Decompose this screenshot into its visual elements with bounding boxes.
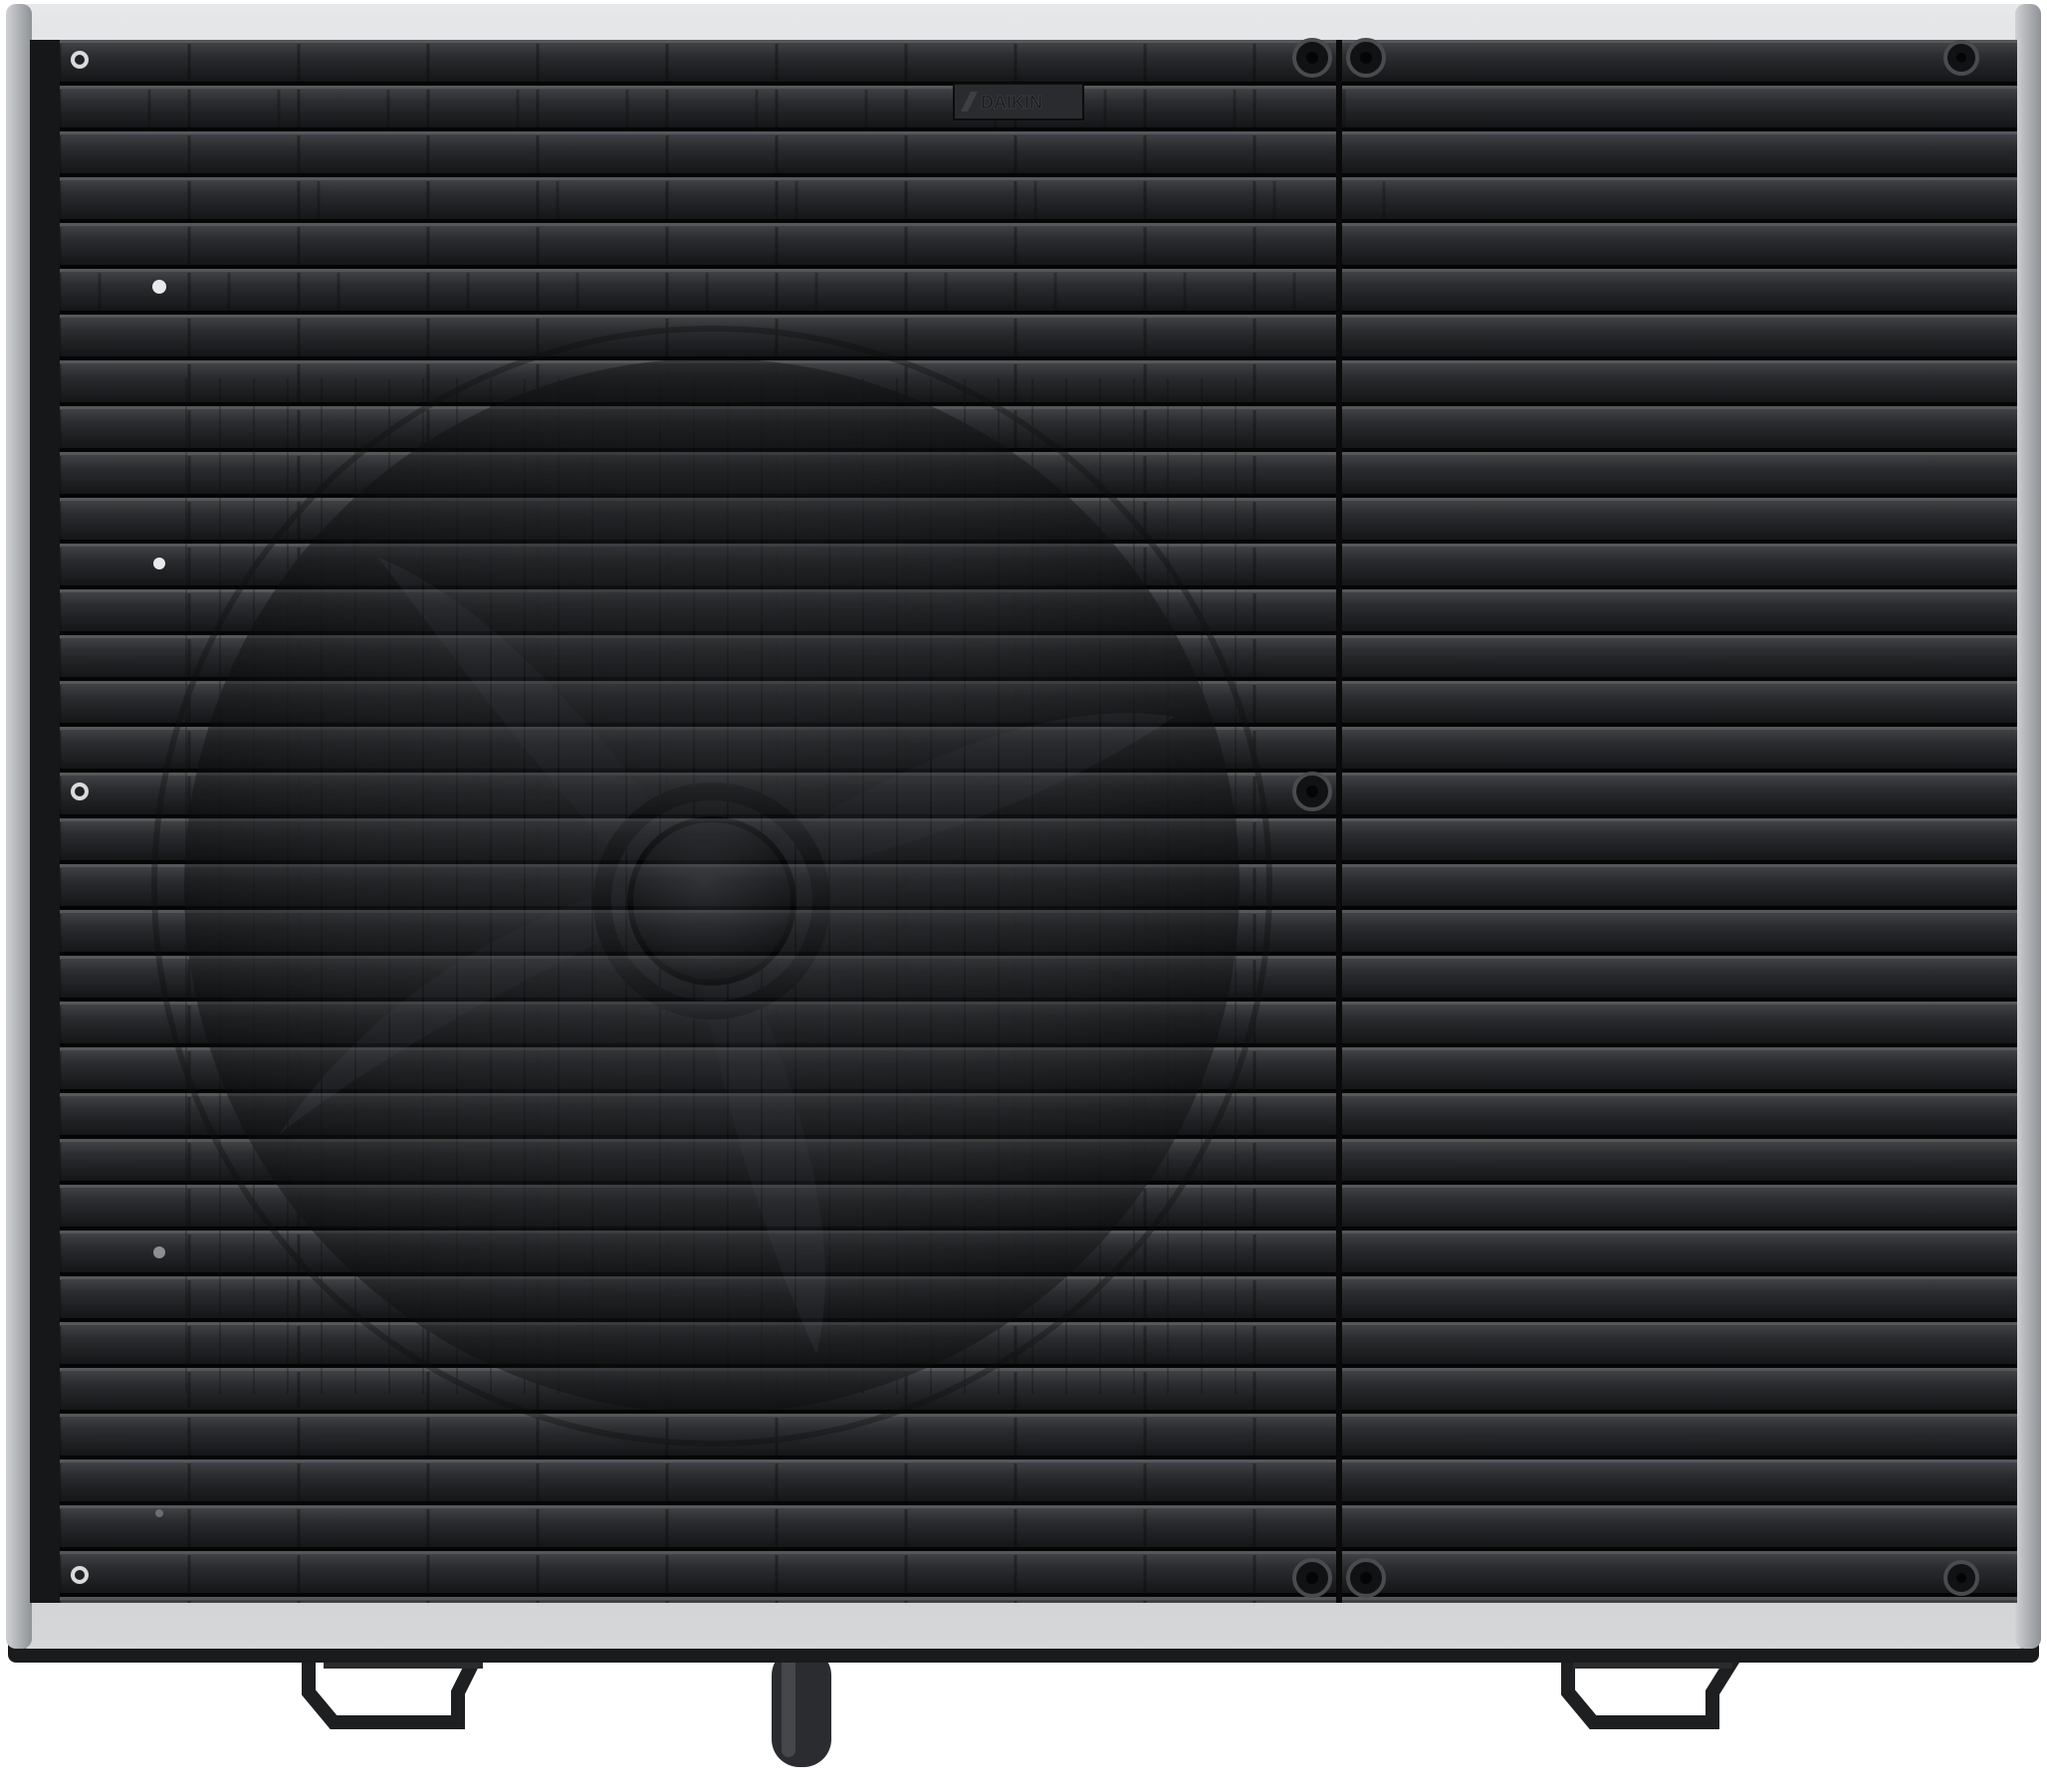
panel-divider <box>1336 40 1342 1603</box>
screw-icon <box>71 1566 89 1584</box>
screw-icon <box>1943 1560 1979 1596</box>
drain-pipe <box>772 1648 831 1767</box>
screw-icon <box>1346 38 1386 78</box>
screw-icon <box>1292 38 1332 78</box>
screw-icon <box>71 51 89 69</box>
louver-slats-overlay <box>30 40 2017 1603</box>
brand-logo: DAIKIN <box>953 83 1084 120</box>
screw-icon <box>1943 40 1979 76</box>
brand-logo-text: DAIKIN <box>981 93 1042 112</box>
heat-pump-outdoor-unit-photo: DAIKIN <box>0 0 2047 1792</box>
screw-icon <box>1292 1558 1332 1598</box>
screw-icon <box>1292 772 1332 811</box>
screw-icon <box>1346 1558 1386 1598</box>
screw-icon <box>71 783 89 800</box>
